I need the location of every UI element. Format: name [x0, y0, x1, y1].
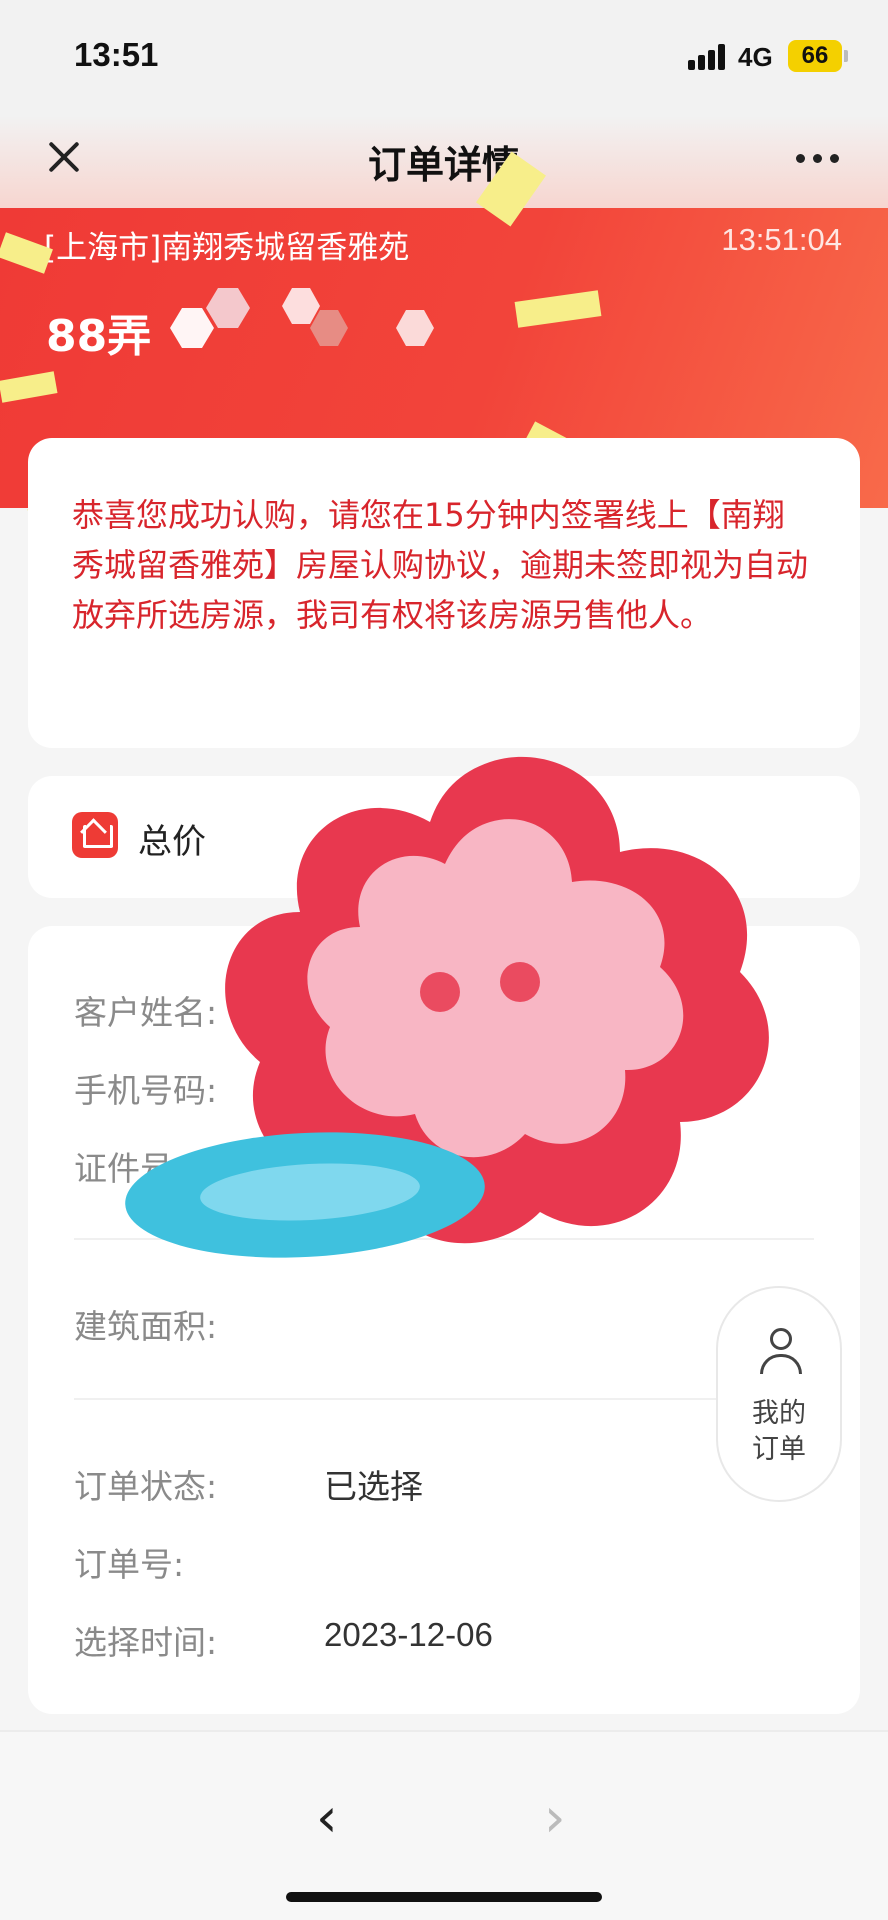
page-title: 订单详情 — [367, 143, 520, 187]
select-time-label: 选择时间: — [74, 1623, 218, 1662]
address-lane: 88弄 — [46, 311, 152, 362]
project-name: [上海市]南翔秀城留香雅苑 — [44, 230, 410, 266]
status-bar: 13:51 4G 66 — [0, 0, 888, 110]
user-icon — [758, 1328, 804, 1378]
order-number-label: 订单号: — [74, 1545, 185, 1584]
network-label: 4G — [738, 42, 773, 72]
status-time: 13:51 — [74, 36, 159, 73]
total-price-label: 总价 — [138, 822, 206, 862]
my-orders-label: 我的 订单 — [718, 1396, 840, 1468]
divider — [74, 1398, 814, 1400]
order-status-label: 订单状态: — [74, 1467, 218, 1506]
area-label: 建筑面积: — [74, 1307, 218, 1346]
my-orders-label-line2: 订单 — [752, 1434, 806, 1465]
notice-text: 恭喜您成功认购，请您在15分钟内签署线上【南翔秀城留香雅苑】房屋认购协议，逾期未… — [72, 496, 809, 634]
select-time-value: 2023-12-06 — [324, 1616, 493, 1653]
order-status-value: 已选择 — [324, 1468, 423, 1505]
order-number-row: 订单号: — [74, 1538, 184, 1586]
select-time-row: 选择时间: 2023-12-06 — [74, 1616, 493, 1664]
phone-label: 手机号码: — [74, 1071, 218, 1110]
battery-tip — [844, 50, 848, 62]
area-row: 建筑面积: — [74, 1300, 217, 1348]
house-icon — [72, 812, 118, 858]
back-arrow-icon[interactable]: ‹ — [316, 1786, 338, 1849]
header-time: 13:51:04 — [721, 222, 842, 257]
nav-bar: 订单详情 — [0, 110, 888, 210]
signal-icon — [688, 44, 728, 70]
phone-row: 手机号码: — [74, 1064, 217, 1112]
notice-card: 恭喜您成功认购，请您在15分钟内签署线上【南翔秀城留香雅苑】房屋认购协议，逾期未… — [28, 438, 860, 748]
customer-name-row: 客户姓名: — [74, 986, 217, 1034]
more-icon[interactable] — [796, 150, 846, 166]
battery-icon: 66 — [788, 40, 842, 72]
my-orders-button[interactable]: 我的 订单 — [716, 1286, 842, 1502]
leaf-sticker — [125, 1132, 485, 1258]
forward-arrow-icon[interactable]: › — [544, 1786, 566, 1849]
my-orders-label-line1: 我的 — [752, 1398, 806, 1429]
privacy-blur-dots — [170, 288, 434, 348]
home-indicator[interactable] — [286, 1892, 602, 1902]
order-status-row: 订单状态: 已选择 — [74, 1460, 423, 1508]
bottom-nav-bar: ‹ › — [0, 1730, 888, 1920]
customer-name-label: 客户姓名: — [74, 993, 218, 1032]
